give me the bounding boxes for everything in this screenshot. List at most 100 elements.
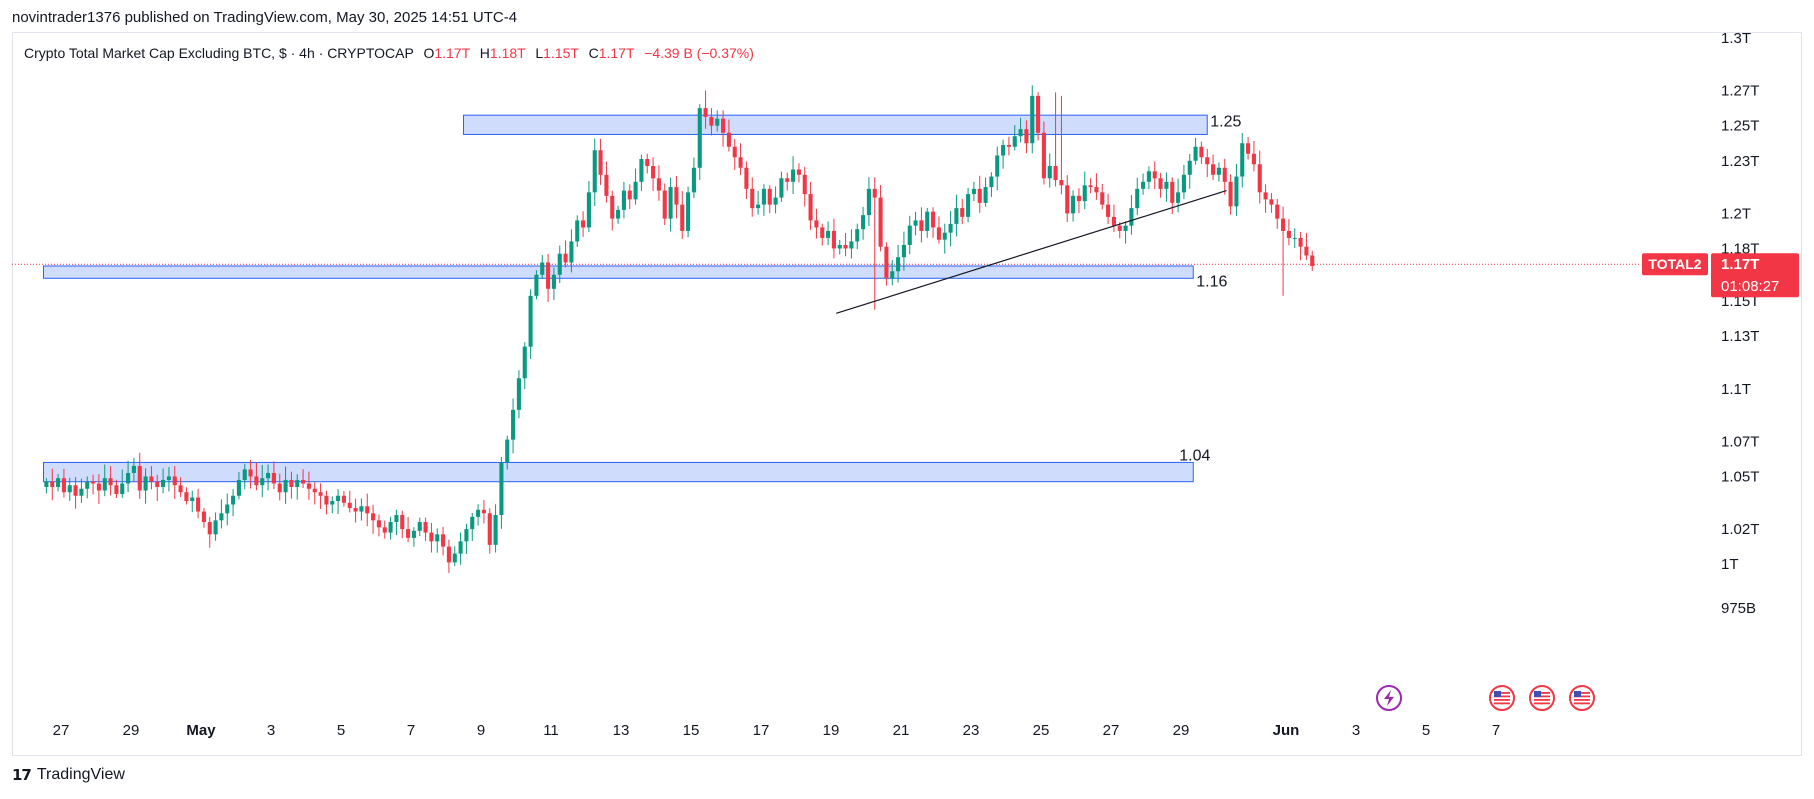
candle-body [400,515,405,530]
footer-brand[interactable]: 17 TradingView [12,766,125,784]
candle-body [966,194,971,217]
candle-body [936,227,941,240]
y-tick-label: 1.02T [1721,521,1759,538]
candle-body [581,220,586,228]
candle-down [820,223,825,246]
candle-body [126,472,131,484]
candle-body [1076,195,1081,202]
candle-body [779,178,784,198]
candle-up [231,489,236,517]
candle-up [954,194,959,237]
candle-body [1170,181,1175,203]
candle-up [639,154,644,191]
symbol-legend[interactable]: Crypto Total Market Cap Excluding BTC, $… [24,45,754,61]
candle-body [1006,144,1011,147]
candle-body [1071,195,1076,214]
candle-body [1047,166,1052,179]
candle-body [365,506,370,514]
candle-body [861,215,866,230]
candle-body [791,169,796,182]
us-flag-event-icon[interactable] [1529,685,1555,711]
candle-down [1059,95,1064,195]
candle-up [761,184,766,216]
candle-body [441,534,446,547]
candle-body [411,530,416,538]
candle-up [1123,221,1128,244]
candle-up [411,527,416,547]
price-chart[interactable]: 1.25 1.16 1.04 1.3T 1.27T 1.25T 1.23T 1.2T 1.18… [0,0,1814,760]
candle-up [190,490,195,513]
candle-down [610,190,615,231]
candle-body [137,465,142,491]
candle-body [318,492,323,496]
change-value: −4.39 B (−0.37%) [644,45,754,61]
x-tick-label: 3 [267,722,275,739]
candle-body [616,209,621,219]
support-zone[interactable] [43,265,1194,279]
y-tick-label: 1.07T [1721,433,1759,450]
candle-up [1047,153,1052,188]
lightning-event-icon[interactable] [1376,685,1402,711]
candle-body [837,244,842,249]
candle-body [452,553,457,563]
candle-down [831,218,836,259]
x-tick-label: 3 [1352,722,1360,739]
candle-down [196,488,201,519]
candle-up [575,215,580,247]
candle-body [919,220,924,231]
candle-down [651,157,656,191]
candle-body [738,157,743,168]
candle-body [843,244,848,249]
candle-up [1164,172,1169,202]
candle-body [1024,129,1029,144]
x-tick-label: 19 [823,722,840,739]
candle-down [785,172,790,191]
candle-body [184,492,189,502]
candle-body [686,192,691,231]
candle-down [767,185,772,214]
candle-body [108,478,113,486]
candle-body [417,522,422,531]
candle-down [382,520,387,539]
candle-body [756,204,761,209]
demand-zone[interactable] [43,461,1194,483]
candle-body [1246,143,1251,154]
candle-body [598,150,603,175]
candle-body [143,476,148,491]
candle-up [855,223,860,250]
candle-body [1152,171,1157,179]
symbol-price-tag[interactable]: TOTAL2 [1642,253,1708,276]
candle-up [779,171,784,202]
candle-down [750,177,755,217]
candle-body [301,479,306,484]
low-value: 1.15T [543,45,579,61]
tradingview-brand-name: TradingView [36,766,125,783]
candle-body [726,132,731,147]
candle-body [767,188,772,205]
candle-body [826,230,831,238]
candle-body [639,159,644,182]
candle-down [1251,140,1256,172]
x-tick-label: 27 [53,722,70,739]
resistance-zone[interactable] [463,114,1208,135]
y-tick-label: 1.25T [1721,118,1759,135]
candle-down [656,165,661,201]
x-tick-label: 29 [123,722,140,739]
candle-down [1111,204,1116,233]
candle-body [913,220,918,226]
candle-body [1240,143,1245,177]
time-axis: 27 29 May 3 5 7 9 11 13 15 17 19 21 23 25 27 29 Jun 3 5 7 [53,722,1501,739]
candle-body [633,181,638,200]
x-tick-label: 25 [1033,722,1050,739]
candle-body [901,244,906,258]
us-flag-event-icon[interactable] [1569,685,1595,711]
candle-up [458,532,463,565]
candle-body [586,192,591,228]
high-label: H [479,45,490,61]
candle-up [225,493,230,526]
candle-down [1257,150,1262,204]
candle-body [1199,146,1204,158]
ascending-trendline[interactable] [836,190,1227,314]
candle-up [1193,137,1198,165]
us-flag-event-icon[interactable] [1489,685,1515,711]
